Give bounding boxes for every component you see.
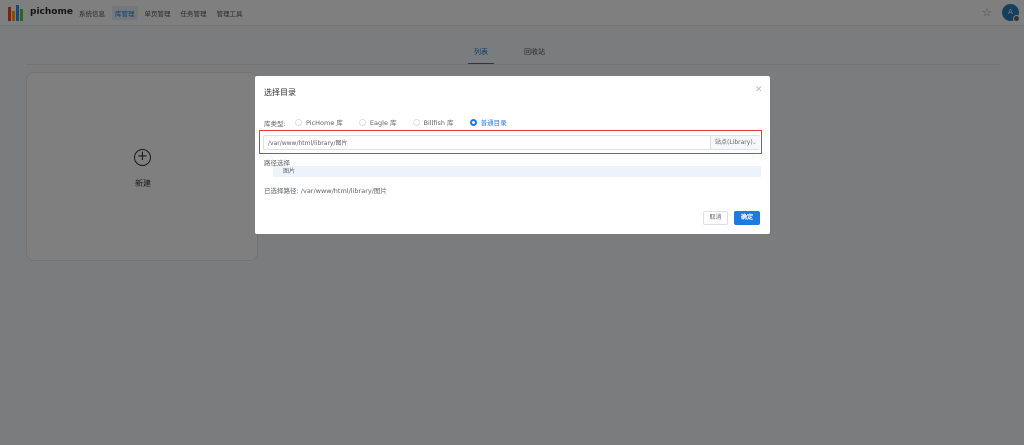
library-type-label: 库类型: <box>264 120 286 128</box>
path-input-group: 站点(Library) ⌄ <box>263 135 760 150</box>
chevron-down-icon: ⌄ <box>751 139 757 146</box>
radio-label: 普通目录 <box>480 119 507 127</box>
radio-label: Billfish 库 <box>423 119 454 127</box>
select-directory-dialog: 选择目录 ✕ 库类型: PicHome 库 Eagle 库 Billfish 库… <box>255 76 770 234</box>
radio-circle-icon <box>358 118 366 126</box>
radio-circle-icon <box>412 118 420 126</box>
radio-normal-directory[interactable]: 普通目录 <box>469 117 507 127</box>
radio-label: Eagle 库 <box>369 119 397 127</box>
radio-circle-icon <box>295 118 302 126</box>
dialog-title: 选择目录 <box>264 88 296 97</box>
site-select[interactable]: 站点(Library) ⌄ <box>710 136 760 149</box>
cancel-button[interactable]: 取消 <box>703 211 728 225</box>
path-input[interactable] <box>268 136 708 149</box>
library-type-radio-group: PicHome 库 Eagle 库 Billfish 库 普通目录 <box>295 117 507 127</box>
radio-billfish[interactable]: Billfish 库 <box>412 117 454 127</box>
selected-path: 已选择路径: /var/www/html/library/图片 <box>264 185 387 195</box>
radio-pichome[interactable]: PicHome 库 <box>295 117 343 127</box>
confirm-button[interactable]: 确定 <box>734 211 760 225</box>
close-icon[interactable]: ✕ <box>755 85 763 95</box>
selected-path-value: /var/www/html/library/图片 <box>300 187 387 195</box>
folder-tree-item[interactable]: 图片 <box>273 166 761 177</box>
site-select-value: 站点(Library) <box>715 139 753 146</box>
radio-eagle[interactable]: Eagle 库 <box>358 117 397 127</box>
radio-label: PicHome 库 <box>306 119 343 127</box>
radio-checked-icon <box>469 118 477 126</box>
selected-path-label: 已选择路径: <box>264 187 299 195</box>
